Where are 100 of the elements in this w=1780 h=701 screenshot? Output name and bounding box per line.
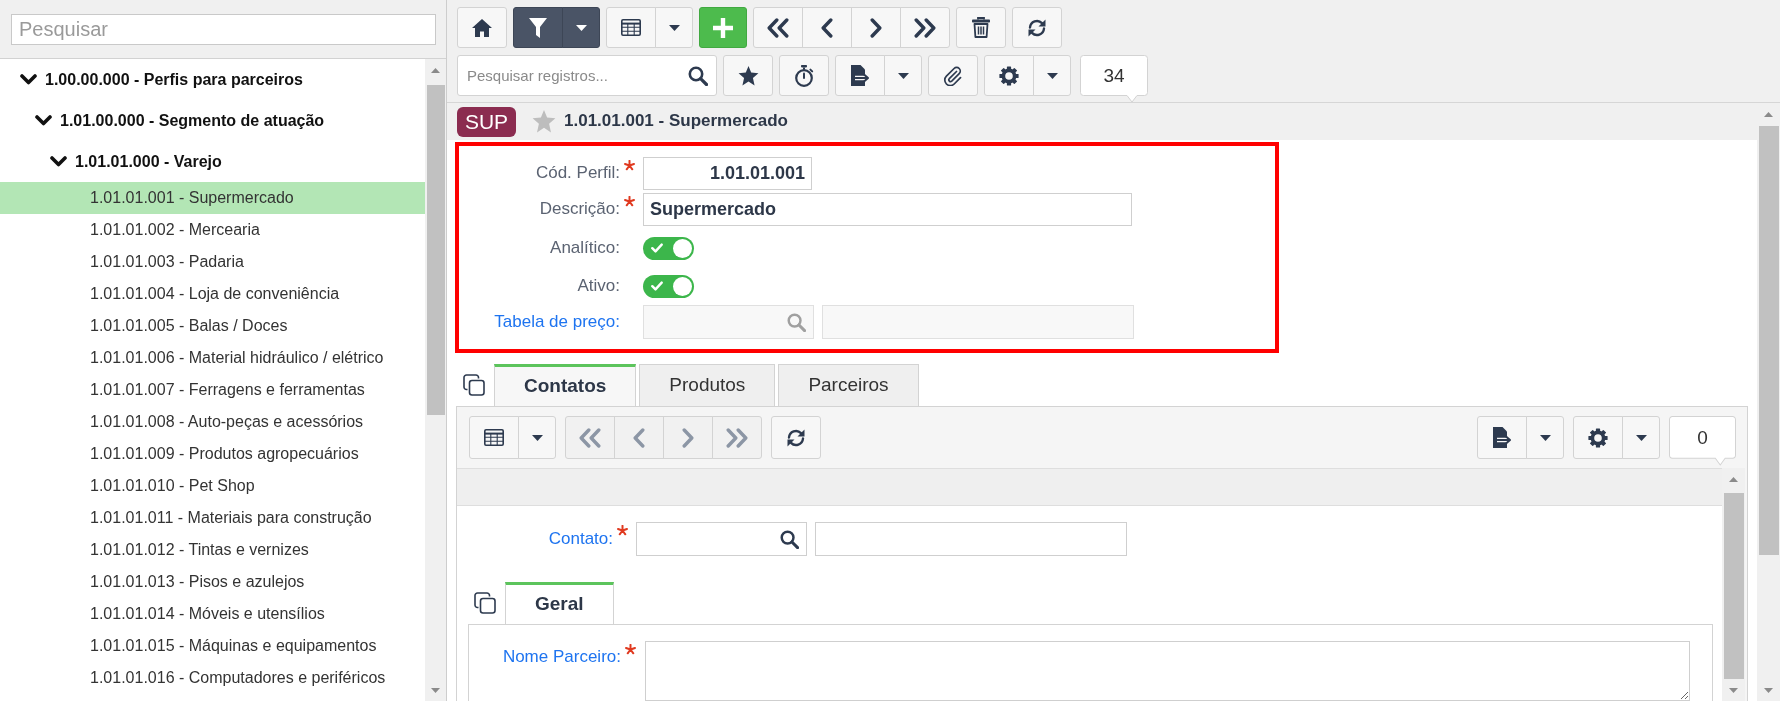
toggle-switch[interactable] (643, 274, 694, 298)
field-label: Ativo: (576, 275, 620, 297)
next-button[interactable] (851, 7, 901, 48)
tree-item[interactable]: 1.00.00.000 - Perfis para parceiros (0, 59, 425, 100)
tree-item[interactable]: 1.01.01.007 - Ferragens e ferramentas (0, 374, 425, 406)
tree-item[interactable]: 1.01.01.012 - Tintas e vernizes (0, 534, 425, 566)
copy-icon[interactable] (463, 374, 485, 396)
settings-button[interactable] (984, 55, 1034, 96)
refresh-button[interactable] (1012, 7, 1062, 48)
caret-icon (575, 24, 587, 31)
view-button[interactable] (606, 7, 656, 48)
double-chevron-right-icon (726, 427, 748, 448)
tree-item[interactable]: 1.01.01.015 - Máquinas e equipamentos (0, 630, 425, 662)
export-button[interactable] (1477, 416, 1527, 459)
field-label[interactable]: Contato: (457, 528, 613, 550)
scroll-up-icon[interactable] (1729, 476, 1738, 482)
plus-icon (713, 17, 733, 38)
stopwatch-icon (794, 64, 814, 87)
scroll-down-icon[interactable] (1764, 687, 1773, 693)
lookup-description-field[interactable] (815, 522, 1127, 556)
chevron-left-icon (633, 427, 645, 448)
check-icon (651, 281, 663, 291)
double-chevron-right-icon (914, 17, 936, 38)
chevron-down-icon[interactable] (35, 115, 52, 126)
tree-item[interactable]: 1.01.01.011 - Materiais para construção (0, 502, 425, 534)
view-dropdown-button[interactable] (655, 7, 693, 48)
paperclip-icon (943, 65, 963, 86)
tree-item[interactable]: 1.01.00.000 - Segmento de atuação (0, 100, 425, 141)
star-icon[interactable] (532, 110, 556, 133)
lookup-field[interactable] (636, 522, 807, 556)
last-record-button[interactable] (900, 7, 950, 48)
view-dropdown-button[interactable] (518, 416, 556, 459)
tab[interactable]: Parceiros (778, 364, 919, 406)
filter-button[interactable] (513, 7, 563, 48)
search-field[interactable]: Pesquisar registros... (457, 55, 717, 96)
scroll-up-icon[interactable] (431, 67, 440, 73)
description-field[interactable]: Supermercado (643, 193, 1132, 226)
scrollbar-thumb[interactable] (426, 85, 445, 415)
tree-item[interactable]: 1.01.01.014 - Móveis e utensílios (0, 598, 425, 630)
export-dropdown-button[interactable] (884, 55, 922, 96)
scroll-down-icon[interactable] (431, 687, 440, 693)
tree-item[interactable]: 1.01.01.016 - Computadores e periféricos (0, 662, 425, 694)
scrollbar-thumb[interactable] (1723, 493, 1744, 679)
first-record-button[interactable] (753, 7, 803, 48)
refresh-button[interactable] (771, 416, 821, 459)
caret-icon (1635, 434, 1647, 441)
toggle-switch[interactable] (643, 236, 694, 260)
filter-dropdown-button[interactable] (562, 7, 600, 48)
double-chevron-left-icon (579, 427, 601, 448)
tree-item[interactable]: 1.01.01.005 - Balas / Doces (0, 310, 425, 342)
export-icon (850, 65, 870, 86)
tree-item[interactable]: 1.01.01.010 - Pet Shop (0, 470, 425, 502)
chevron-down-icon[interactable] (50, 156, 67, 167)
previous-button[interactable] (802, 7, 852, 48)
tree-item[interactable]: 1.01.01.008 - Auto-peças e acessórios (0, 406, 425, 438)
export-button[interactable] (835, 55, 885, 96)
chevron-left-icon (821, 17, 833, 38)
home-icon (472, 18, 492, 37)
export-dropdown-button[interactable] (1526, 416, 1564, 459)
table-icon (484, 429, 504, 446)
scrollbar-thumb[interactable] (1758, 126, 1779, 555)
caret-icon (1539, 434, 1551, 441)
delete-button[interactable] (956, 7, 1006, 48)
filter-icon (529, 17, 547, 38)
tab[interactable]: Geral (505, 582, 614, 624)
settings-button[interactable] (1573, 416, 1623, 459)
tab[interactable]: Contatos (494, 364, 637, 406)
tree-item[interactable]: 1.01.01.001 - Supermercado (0, 182, 425, 214)
tree-item[interactable]: 1.01.01.002 - Mercearia (0, 214, 425, 246)
field-label: Cód. Perfil: (534, 163, 620, 184)
refresh-icon (786, 427, 806, 448)
favorites-button[interactable] (723, 55, 773, 96)
tab[interactable]: Produtos (639, 364, 776, 406)
tree-item[interactable]: 1.01.01.006 - Material hidráulico / elétrico (0, 342, 425, 374)
settings-icon (1588, 427, 1608, 448)
copy-icon[interactable] (474, 592, 496, 614)
tree-item[interactable]: 1.01.01.000 - Varejo (0, 141, 425, 182)
star-icon (737, 65, 759, 86)
timer-button[interactable] (779, 55, 829, 96)
settings-dropdown-button[interactable] (1033, 55, 1071, 96)
view-button[interactable] (469, 416, 519, 459)
record-badge: SUP (457, 106, 516, 137)
trash-icon (972, 17, 990, 38)
tree-item[interactable]: 1.01.01.013 - Pisos e azulejos (0, 566, 425, 598)
tree-item[interactable]: 1.01.01.009 - Produtos agropecuários (0, 438, 425, 470)
tree-item[interactable]: 1.01.01.004 - Loja de conveniência (0, 278, 425, 310)
scroll-down-icon[interactable] (1729, 687, 1738, 693)
home-button[interactable] (457, 7, 507, 48)
field-label[interactable]: Nome Parceiro: (469, 647, 621, 668)
code-field[interactable]: 1.01.01.001 (643, 157, 812, 190)
chevron-down-icon[interactable] (20, 74, 37, 85)
attach-button[interactable] (928, 55, 978, 96)
scroll-up-icon[interactable] (1764, 111, 1773, 117)
search-field[interactable]: Pesquisar (11, 14, 436, 45)
chevron-right-icon (682, 427, 694, 448)
search-icon (787, 312, 806, 332)
settings-dropdown-button[interactable] (1622, 416, 1660, 459)
refresh-icon (1027, 17, 1047, 38)
tree-item[interactable]: 1.01.01.003 - Padaria (0, 246, 425, 278)
add-button[interactable] (699, 7, 747, 48)
